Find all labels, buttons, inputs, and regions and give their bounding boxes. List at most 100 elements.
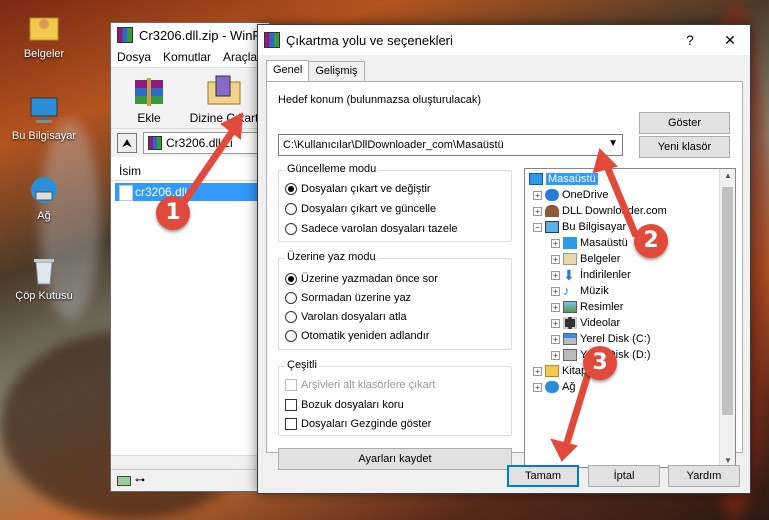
radio-rename-automatically[interactable]: Otomatik yeniden adlandır	[285, 330, 429, 342]
dialog-title: Çıkartma yolu ve seçenekleri	[286, 32, 453, 48]
radio-ask-before-overwrite[interactable]: Üzerine yazmadan önce sor	[285, 273, 438, 285]
drive-icon	[563, 333, 577, 345]
tab-general[interactable]: Genel	[266, 60, 310, 82]
tree-item-pictures[interactable]: + Resimler	[551, 299, 623, 315]
archive-icon	[148, 136, 162, 150]
tree-item-user[interactable]: + DLL Downloader.com	[533, 203, 667, 219]
tree-item-pc-desktop[interactable]: + Masaüstü	[551, 235, 628, 251]
archive-path-field[interactable]: Cr3206.dll.zi	[143, 132, 263, 154]
winrar-title: Cr3206.dll.zip - WinR	[139, 27, 262, 43]
desktop-icon-label: Ağ	[37, 210, 51, 222]
misc-group: Çeşitli Arşivleri alt klasörlere çıkart …	[278, 359, 512, 436]
expand-icon[interactable]: +	[551, 270, 560, 280]
expand-icon[interactable]: +	[551, 286, 560, 296]
videos-icon	[563, 317, 577, 329]
drive-icon	[563, 349, 577, 361]
radio-icon	[285, 183, 297, 195]
checkbox-icon	[285, 399, 297, 411]
horizontal-scrollbar[interactable]	[111, 455, 269, 469]
desktop-icon-recycle-bin[interactable]: Çöp Kutusu	[4, 254, 84, 302]
libraries-icon	[545, 365, 559, 377]
desktop-icon	[563, 237, 577, 249]
tree-item-music[interactable]: + ♪ Müzik	[551, 283, 609, 299]
expand-icon[interactable]: +	[551, 302, 560, 312]
menu-file[interactable]: Dosya	[117, 50, 151, 64]
expand-icon[interactable]: +	[533, 206, 542, 216]
radio-icon	[285, 330, 297, 342]
expand-icon[interactable]: +	[551, 254, 560, 264]
tree-item-desktop[interactable]: Masaüstü	[529, 171, 598, 187]
add-button[interactable]: Ekle	[119, 72, 179, 125]
checkbox-icon	[285, 418, 297, 430]
tab-advanced[interactable]: Gelişmiş	[308, 61, 365, 83]
tree-item-onedrive[interactable]: + OneDrive	[533, 187, 608, 203]
cancel-button[interactable]: İptal	[588, 465, 660, 487]
menu-commands[interactable]: Komutlar	[163, 50, 211, 64]
desktop-icon-this-pc[interactable]: Bu Bilgisayar	[4, 94, 84, 142]
folder-tree[interactable]: Masaüstü + OneDrive + DLL Downloader.com…	[524, 168, 736, 468]
winrar-icon	[117, 27, 133, 43]
radio-extract-replace[interactable]: Dosyaları çıkart ve değiştir	[285, 183, 431, 195]
tree-item-documents[interactable]: + Belgeler	[551, 251, 620, 267]
column-header-name[interactable]: İsim	[111, 161, 269, 181]
expand-icon[interactable]: +	[551, 238, 560, 248]
expand-icon[interactable]: +	[551, 350, 560, 360]
checkbox-extract-to-subfolders[interactable]: Arşivleri alt klasörlere çıkart	[285, 379, 435, 391]
expand-icon[interactable]: +	[533, 382, 542, 392]
folder-user-icon	[28, 12, 60, 44]
tree-item-this-pc[interactable]: − Bu Bilgisayar	[533, 219, 626, 235]
desktop-icon-label: Çöp Kutusu	[15, 290, 73, 302]
help-title-button[interactable]: ?	[670, 32, 710, 48]
chevron-down-icon[interactable]: ▼	[608, 138, 618, 149]
ok-button[interactable]: Tamam	[507, 465, 579, 487]
tree-item-network[interactable]: + Ağ	[533, 379, 575, 395]
extract-to-label: Dizine Çıkart	[189, 111, 259, 125]
annotation-badge-3: 3	[583, 346, 617, 380]
up-folder-button[interactable]: ⮝	[117, 133, 137, 153]
save-settings-button[interactable]: Ayarları kaydet	[278, 448, 512, 470]
target-path-combo[interactable]: C:\Kullanıcılar\DllDownloader_com\Masaüs…	[278, 134, 623, 156]
scroll-down-icon[interactable]: ▼	[720, 456, 735, 465]
update-mode-title: Güncelleme modu	[285, 163, 379, 175]
radio-freshen-existing[interactable]: Sadece varolan dosyaları tazele	[285, 223, 458, 235]
tree-item-disk-c[interactable]: + Yerel Disk (C:)	[551, 331, 651, 347]
expand-icon[interactable]: +	[551, 334, 560, 344]
scroll-up-icon[interactable]: ▲	[720, 171, 735, 180]
update-mode-group: Güncelleme modu Dosyaları çıkart ve deği…	[278, 163, 512, 242]
collapse-icon[interactable]: −	[533, 222, 542, 232]
radio-icon	[285, 223, 297, 235]
new-folder-button[interactable]: Yeni klasör	[639, 136, 730, 158]
misc-title: Çeşitli	[285, 359, 319, 371]
desktop-icon-network[interactable]: Ağ	[4, 174, 84, 222]
checkbox-show-in-explorer[interactable]: Dosyaları Gezginde göster	[285, 418, 431, 430]
expand-icon[interactable]: +	[533, 366, 542, 376]
tree-vertical-scrollbar[interactable]: ▲ ▼	[719, 169, 735, 467]
expand-icon[interactable]: +	[533, 190, 542, 200]
desktop-icon-documents[interactable]: Belgeler	[4, 12, 84, 60]
extract-to-button[interactable]: Dizine Çıkart	[187, 72, 261, 125]
user-icon	[545, 205, 559, 217]
expand-icon[interactable]: +	[551, 318, 560, 328]
extraction-dialog: Çıkartma yolu ve seçenekleri ? ✕ Genel G…	[257, 24, 751, 494]
tree-item-downloads[interactable]: + ⬇ İndirilenler	[551, 267, 631, 283]
target-label: Hedef konum (bulunmazsa oluşturulacak)	[278, 94, 481, 106]
pictures-icon	[563, 301, 577, 313]
close-button[interactable]: ✕	[710, 32, 750, 49]
scroll-thumb[interactable]	[722, 187, 733, 415]
drive-status-icon	[117, 475, 131, 486]
tree-item-videos[interactable]: + Videolar	[551, 315, 620, 331]
help-button[interactable]: Yardım	[668, 465, 740, 487]
downloads-icon: ⬇	[563, 267, 575, 283]
show-button[interactable]: Göster	[639, 112, 730, 134]
winrar-path-bar: ⮝ Cr3206.dll.zi	[111, 129, 269, 157]
key-status-icon: ⊶	[135, 475, 145, 486]
radio-skip-existing[interactable]: Varolan dosyaları atla	[285, 311, 407, 323]
radio-overwrite-without-prompt[interactable]: Sormadan üzerine yaz	[285, 292, 411, 304]
general-panel: Hedef konum (bulunmazsa oluşturulacak) C…	[266, 81, 743, 470]
checkbox-icon	[285, 379, 297, 391]
menu-tools[interactable]: Araçla	[223, 50, 257, 64]
checkbox-keep-broken-files[interactable]: Bozuk dosyaları koru	[285, 399, 404, 411]
file-row[interactable]: cr3206.dll	[115, 183, 265, 201]
radio-extract-update[interactable]: Dosyaları çıkart ve güncelle	[285, 203, 436, 215]
desktop-icon	[529, 173, 543, 185]
